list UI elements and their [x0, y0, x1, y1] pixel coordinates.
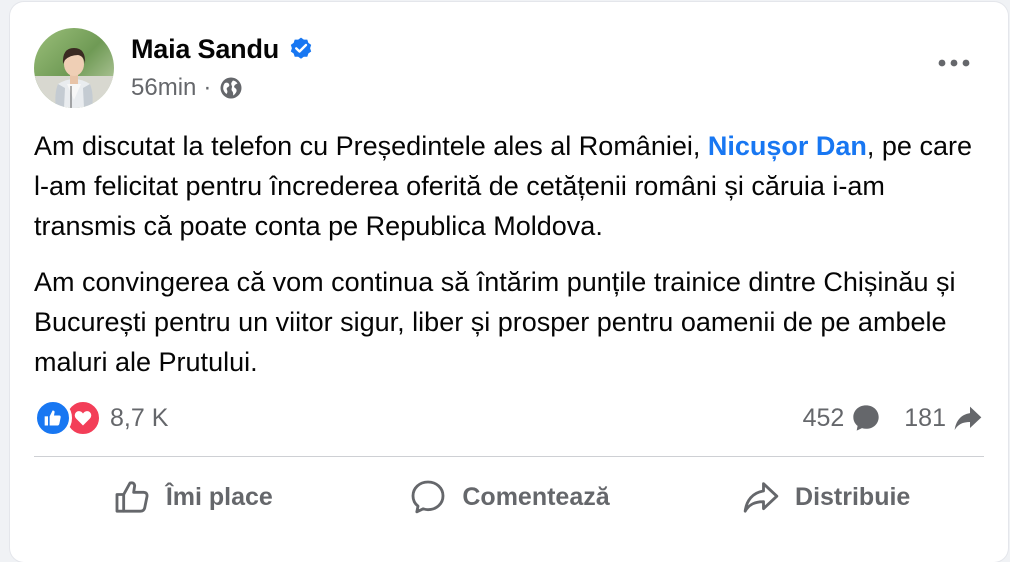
comment-icon [408, 477, 448, 517]
comment-button-label: Comentează [462, 482, 610, 511]
share-button[interactable]: Distribuie [667, 464, 984, 530]
reaction-count: 8,7 K [110, 403, 169, 432]
post-paragraph-2: Am convingerea că vom continua să întări… [34, 267, 956, 377]
post-text: Am discutat la telefon cu Președintele a… [34, 126, 994, 398]
avatar[interactable] [34, 28, 114, 108]
globe-icon[interactable] [219, 76, 243, 100]
time-row: 56min · [131, 74, 314, 102]
shares-count-link[interactable]: 181 [904, 402, 984, 434]
post-header: Maia Sandu 56min · [34, 28, 314, 108]
comments-count-link[interactable]: 452 [803, 402, 883, 434]
actions-divider [34, 456, 984, 457]
author-name[interactable]: Maia Sandu [131, 34, 279, 65]
avatar-photo [34, 28, 114, 108]
post-card: Maia Sandu 56min · Am discutat la telefo… [10, 2, 1008, 562]
verified-badge-icon [288, 36, 314, 62]
like-button[interactable]: Îmi place [34, 464, 351, 530]
post-stats: 8,7 K 452 181 [34, 396, 984, 440]
post-actions: Îmi place Comentează Distribuie [34, 464, 984, 530]
mention-link[interactable]: Nicușor Dan [708, 131, 867, 161]
reactions-summary[interactable]: 8,7 K [34, 399, 168, 437]
post-timestamp[interactable]: 56min [131, 74, 196, 102]
comment-bubble-icon [850, 402, 882, 434]
meta-separator: · [203, 74, 212, 101]
more-horizontal-icon [938, 59, 970, 67]
share-arrow-icon [952, 402, 984, 434]
more-options-button[interactable] [934, 48, 974, 78]
comments-count: 452 [802, 403, 845, 432]
share-icon [741, 477, 781, 517]
post-meta: Maia Sandu 56min · [131, 32, 314, 102]
engagement-counts: 452 181 [803, 402, 984, 434]
comment-button[interactable]: Comentează [351, 464, 668, 530]
paragraph-1-start: Am discutat la telefon cu Președintele a… [34, 131, 708, 161]
like-reaction-icon [34, 399, 72, 437]
thumbs-up-icon [112, 477, 152, 517]
like-button-label: Îmi place [165, 482, 273, 511]
shares-count: 181 [904, 403, 946, 432]
author-row: Maia Sandu [131, 32, 314, 66]
post-paragraph-1: Am discutat la telefon cu Președintele a… [34, 126, 994, 246]
share-button-label: Distribuie [795, 482, 911, 511]
